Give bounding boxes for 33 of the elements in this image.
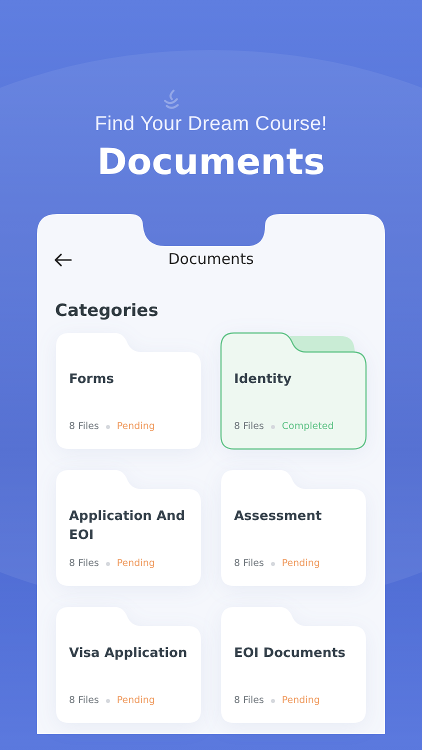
- category-name: Identity: [234, 371, 292, 389]
- screen-title: Documents: [168, 250, 254, 268]
- separator-dot-icon: [270, 424, 275, 428]
- status-label: Pending: [282, 695, 320, 706]
- status-label: Pending: [116, 421, 155, 432]
- folder-card[interactable]: [55, 606, 203, 725]
- category-name: Application And EOI: [69, 508, 186, 545]
- category-name: EOI Documents: [234, 645, 346, 663]
- file-count: 8 Files: [234, 421, 264, 432]
- status-label: Pending: [116, 558, 155, 569]
- category-name: Visa Application: [69, 645, 188, 663]
- category-name: Assessment: [234, 508, 322, 526]
- status-label: Pending: [116, 695, 155, 706]
- file-count: 8 Files: [69, 421, 99, 432]
- separator-dot-icon: [106, 698, 110, 702]
- status-label: Completed: [282, 421, 334, 432]
- folder-card[interactable]: [220, 606, 368, 725]
- file-count: 8 Files: [69, 695, 99, 706]
- headline: Documents: [97, 142, 325, 183]
- separator-dot-icon: [106, 562, 110, 566]
- folder-card[interactable]: [220, 469, 368, 588]
- file-count: 8 Files: [234, 558, 264, 569]
- category-name: Forms: [69, 371, 114, 389]
- separator-dot-icon: [106, 424, 110, 428]
- file-count: 8 Files: [69, 558, 99, 569]
- tagline: Find Your Dream Course!: [94, 113, 328, 136]
- file-count: 8 Files: [234, 695, 264, 706]
- separator-dot-icon: [270, 562, 275, 566]
- back-arrow-icon[interactable]: [54, 253, 72, 267]
- section-heading: Categories: [55, 301, 158, 321]
- separator-dot-icon: [270, 698, 275, 702]
- status-label: Pending: [282, 558, 320, 569]
- folder-card[interactable]: [55, 469, 203, 588]
